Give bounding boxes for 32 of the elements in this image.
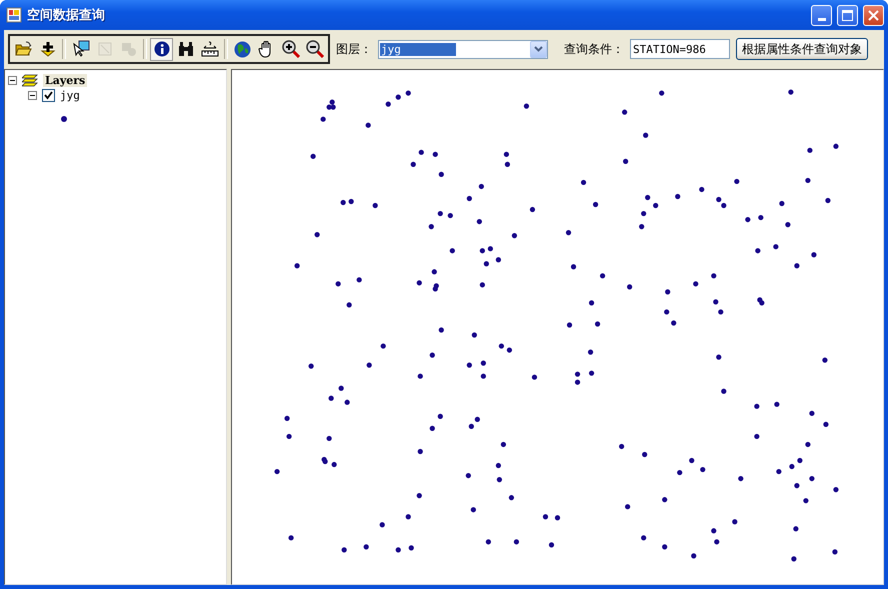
select-arrow-icon	[72, 40, 90, 58]
toolbar-button[interactable]	[150, 38, 173, 60]
query-condition-label: 查询条件：	[564, 40, 624, 58]
query-condition-field[interactable]: STATION=986	[630, 39, 730, 59]
collapse-icon[interactable]	[28, 91, 37, 100]
folder-icon	[14, 41, 32, 57]
globe-icon	[234, 40, 251, 58]
close-button[interactable]	[863, 4, 884, 26]
plus-icon	[40, 41, 56, 57]
ruler-icon	[200, 41, 218, 57]
query-button[interactable]: 根据属性条件查询对象	[736, 38, 868, 60]
zoom-in-icon	[282, 40, 300, 58]
layer-label: 图层：	[336, 40, 372, 58]
layer-dropdown[interactable]: jyg	[378, 40, 548, 58]
window-title: 空间数据查询	[27, 6, 106, 24]
maximize-icon	[842, 10, 853, 20]
minimize-button[interactable]	[811, 4, 832, 26]
shapes-icon	[120, 41, 136, 57]
close-icon	[868, 10, 879, 20]
point-symbol-icon	[61, 116, 67, 122]
minimize-icon	[818, 18, 826, 20]
zoom-out-icon	[306, 40, 324, 58]
layers-icon	[22, 74, 38, 87]
info-icon	[154, 41, 170, 57]
layer-checkbox[interactable]	[42, 89, 55, 102]
app-icon	[6, 7, 22, 23]
layer-name[interactable]: jyg	[60, 89, 80, 102]
collapse-icon[interactable]	[8, 76, 17, 85]
binoculars-icon	[176, 41, 194, 57]
clear-selection-icon	[96, 41, 112, 57]
maximize-button[interactable]	[837, 4, 858, 26]
layers-root-label[interactable]: Layers	[43, 74, 88, 87]
